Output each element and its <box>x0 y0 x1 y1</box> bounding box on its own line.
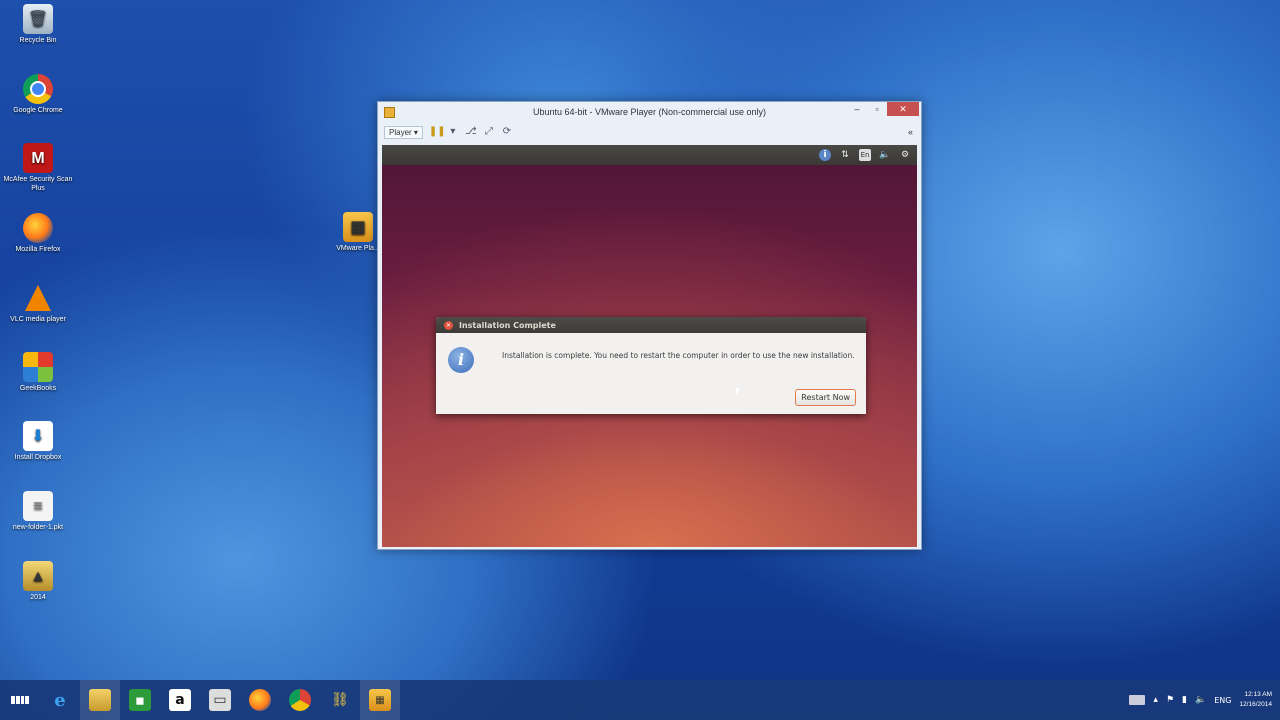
desktop-icon-recycle-bin[interactable]: 🗑 Recycle Bin <box>0 4 76 45</box>
desktop-icon-label: VLC media player <box>10 316 66 323</box>
desktop-icon-label: Recycle Bin <box>19 37 57 44</box>
collapse-toolbar-button[interactable]: « <box>908 127 913 137</box>
unity-icon[interactable]: ⟳ <box>501 126 513 138</box>
volume-icon[interactable]: 🔈 <box>879 149 891 161</box>
vlc-icon <box>23 283 53 313</box>
system-tray: ▴ ⚑ ▮ 🔈 ENG 12:13 AM 12/16/2014 <box>1129 690 1280 710</box>
recycle-bin-icon: 🗑 <box>23 4 53 34</box>
desktop-icon-vlc[interactable]: VLC media player <box>0 283 76 324</box>
windows-logo-icon <box>11 691 29 709</box>
desktop-icon-label: Google Chrome <box>13 107 63 114</box>
start-button[interactable] <box>0 680 40 720</box>
document-icon: ≡ <box>23 491 53 521</box>
desktop-icon-geekbooks[interactable]: GeekBooks <box>0 352 76 393</box>
taskbar-firefox[interactable] <box>240 680 280 720</box>
taskbar-vmware-player[interactable]: ▦ <box>360 680 400 720</box>
info-indicator-icon[interactable]: i <box>819 149 831 161</box>
firefox-icon <box>23 213 53 243</box>
taskbar-amazon[interactable]: a <box>160 680 200 720</box>
amazon-icon: a <box>169 689 191 711</box>
clock-date: 12/16/2014 <box>1239 701 1272 708</box>
dialog-title: Installation Complete <box>459 320 556 330</box>
desktop-icon-firefox[interactable]: Mozilla Firefox <box>0 213 76 254</box>
network-icon[interactable]: ▮ <box>1182 695 1187 705</box>
chevron-up-icon[interactable]: ▴ <box>1153 695 1158 705</box>
desktop-icon-label: Mozilla Firefox <box>15 246 61 253</box>
restart-now-button[interactable]: Restart Now <box>795 389 856 406</box>
file-icon: ▲ <box>23 561 53 591</box>
network-app-icon: ⛓ <box>331 692 349 708</box>
dropbox-icon: ⬇ <box>23 421 53 451</box>
vmware-player-window: Ubuntu 64-bit - VMware Player (Non-comme… <box>377 101 922 550</box>
taskbar-store[interactable]: ◼ <box>120 680 160 720</box>
vmware-icon: ▦ <box>343 212 373 242</box>
folder-icon <box>89 689 111 711</box>
vmware-icon: ▦ <box>369 689 391 711</box>
send-ctrl-alt-del-icon[interactable]: ⎇ <box>465 126 477 138</box>
taskbar-internet-explorer[interactable]: e <box>40 680 80 720</box>
desktop-icon-label: McAfee Security Scan Plus <box>3 176 73 192</box>
internet-explorer-icon: e <box>54 689 66 711</box>
dialog-message: Installation is complete. You need to re… <box>502 351 855 360</box>
firefox-icon <box>249 689 271 711</box>
vmware-app-icon <box>384 106 395 118</box>
vm-toolbar: Player ▾ ❚❚ ▾ ⎇ ⤢ ⟳ « <box>378 122 921 142</box>
taskbar-file-explorer[interactable] <box>80 680 120 720</box>
app-tiles-icon <box>23 352 53 382</box>
clock[interactable]: 12:13 AM 12/16/2014 <box>1239 690 1272 710</box>
close-button[interactable]: ✕ <box>887 102 919 116</box>
window-controls: – ▫ ✕ <box>847 102 919 116</box>
desktop-icon-label: 2014 <box>30 594 46 601</box>
store-icon: ◼ <box>129 689 151 711</box>
window-title-bar[interactable]: Ubuntu 64-bit - VMware Player (Non-comme… <box>378 102 921 122</box>
desktop-icon-label: GeekBooks <box>19 385 57 392</box>
player-menu-button[interactable]: Player ▾ <box>384 125 423 139</box>
desktop-icon-chrome[interactable]: Google Chrome <box>0 74 76 115</box>
desktop-icon-label: new-folder-1.pkt <box>12 524 64 531</box>
desktop-icon-dropbox[interactable]: ⬇ Install Dropbox <box>0 421 76 462</box>
chevron-down-icon[interactable]: ▾ <box>447 126 459 138</box>
media-icon: ▭ <box>209 689 231 711</box>
touch-keyboard-icon[interactable] <box>1129 695 1146 705</box>
close-icon[interactable]: ✕ <box>444 320 453 330</box>
taskbar-media[interactable]: ▭ <box>200 680 240 720</box>
volume-icon[interactable]: 🔈 <box>1195 695 1206 705</box>
information-icon: i <box>448 347 474 373</box>
maximize-button[interactable]: ▫ <box>867 102 887 116</box>
taskbar-network-app[interactable]: ⛓ <box>320 680 360 720</box>
chrome-icon <box>289 689 311 711</box>
keyboard-language-indicator[interactable]: En <box>859 149 871 161</box>
network-arrows-icon[interactable]: ⇅ <box>839 149 851 161</box>
installation-complete-dialog: ✕ Installation Complete i Installation i… <box>436 317 866 414</box>
dialog-title-bar[interactable]: ✕ Installation Complete <box>436 317 866 333</box>
action-center-flag-icon[interactable]: ⚑ <box>1166 695 1174 705</box>
gear-icon[interactable]: ⚙ <box>899 149 911 161</box>
desktop-icon-document[interactable]: ≡ new-folder-1.pkt <box>0 491 76 532</box>
clock-time: 12:13 AM <box>1244 691 1272 698</box>
chrome-icon <box>23 74 53 104</box>
taskbar: e ◼ a ▭ ⛓ ▦ ▴ ⚑ ▮ 🔈 ENG 12:13 AM 12/16/2… <box>0 680 1280 720</box>
taskbar-chrome[interactable] <box>280 680 320 720</box>
fullscreen-icon[interactable]: ⤢ <box>483 126 495 138</box>
ubuntu-top-panel: i ⇅ En 🔈 ⚙ <box>382 145 917 165</box>
desktop-icon-mcafee[interactable]: M McAfee Security Scan Plus <box>0 143 76 193</box>
minimize-button[interactable]: – <box>847 102 867 116</box>
mcafee-icon: M <box>23 143 53 173</box>
desktop-icon-label: Install Dropbox <box>14 454 62 461</box>
desktop-icon-2014[interactable]: ▲ 2014 <box>0 561 76 602</box>
language-indicator[interactable]: ENG <box>1214 696 1231 705</box>
mouse-cursor-icon <box>736 388 740 396</box>
guest-screen[interactable]: i ⇅ En 🔈 ⚙ ✕ Installation Complete i Ins… <box>382 145 917 547</box>
window-title: Ubuntu 64-bit - VMware Player (Non-comme… <box>532 107 767 117</box>
pause-icon[interactable]: ❚❚ <box>429 126 446 138</box>
